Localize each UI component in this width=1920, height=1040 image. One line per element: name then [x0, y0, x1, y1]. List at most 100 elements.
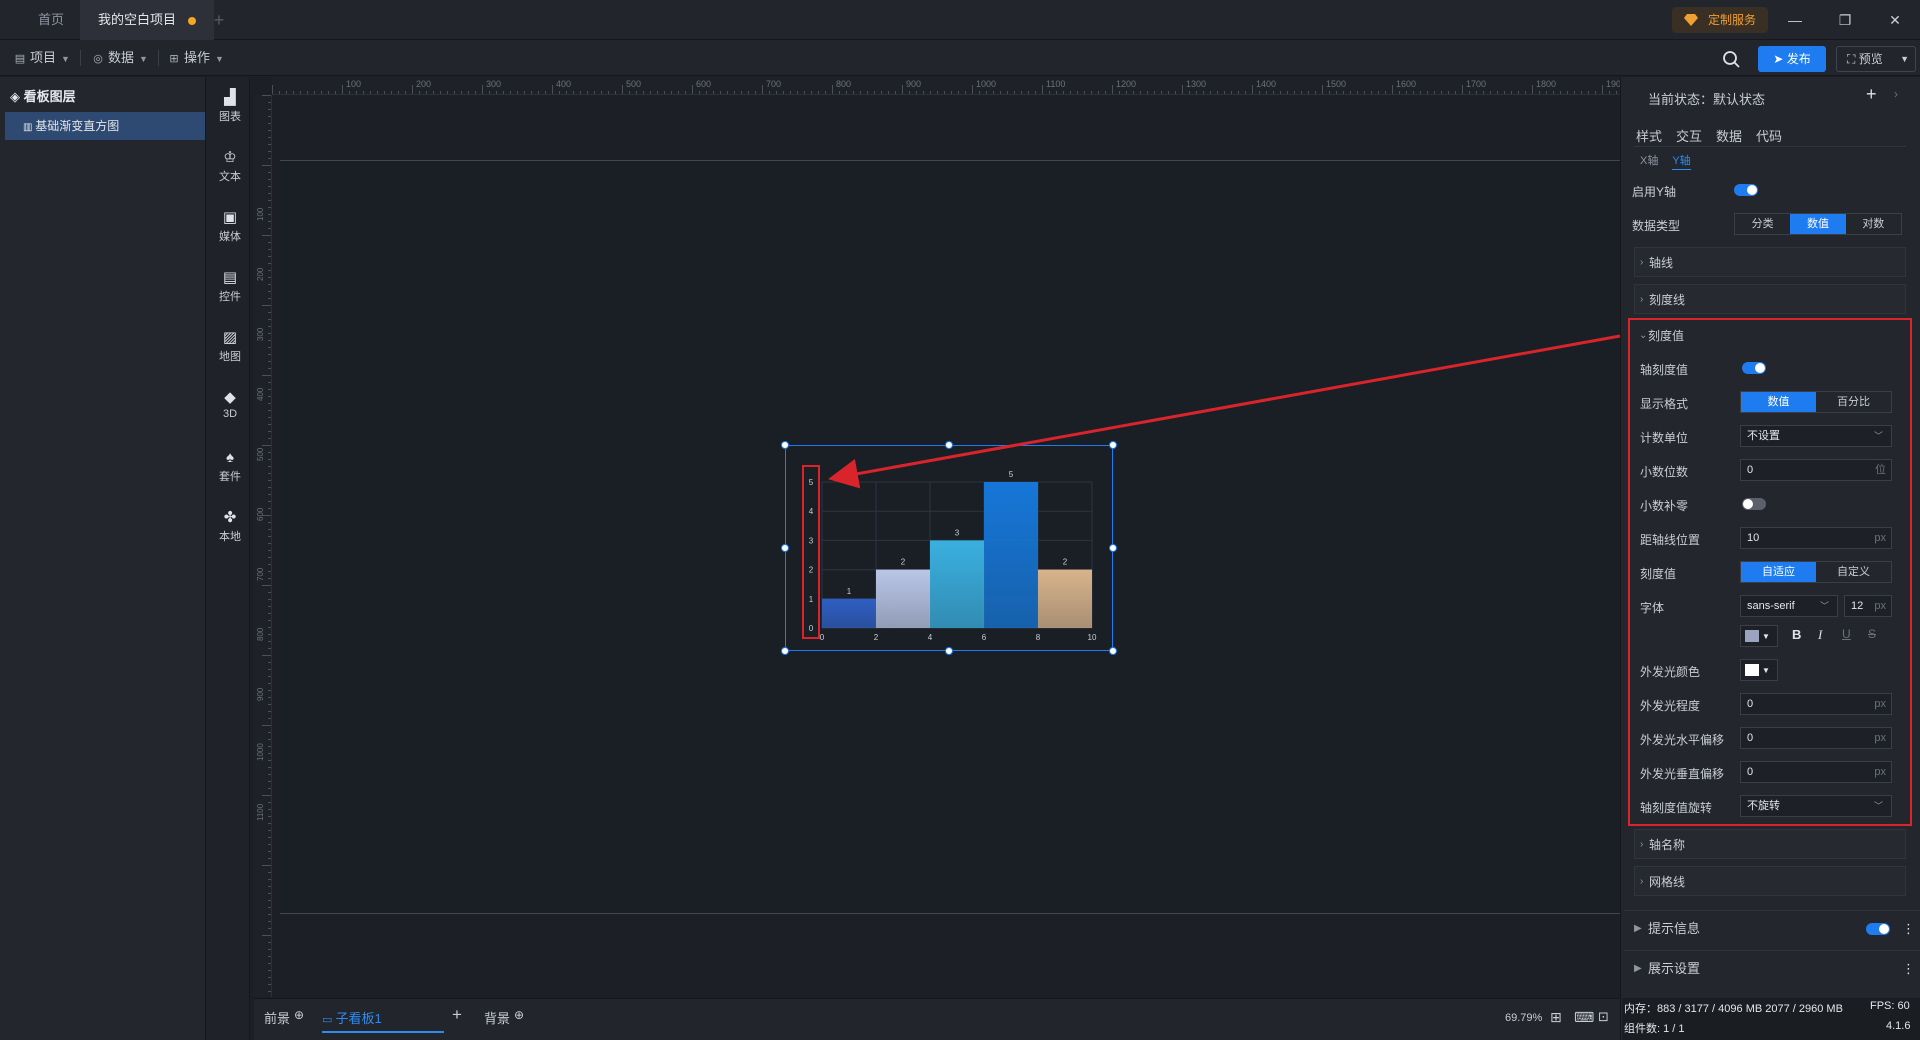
- highlight-box: [1628, 318, 1912, 826]
- rail-item-local[interactable]: ✤ 本地: [206, 508, 254, 544]
- chevron-right-icon: ›: [1640, 294, 1644, 305]
- chevron-down-icon: ▼: [61, 54, 70, 64]
- caret-right-icon: ▶: [1634, 923, 1642, 934]
- rail-item-map[interactable]: ▨ 地图: [206, 328, 254, 364]
- resize-handle[interactable]: [781, 647, 789, 655]
- ruler-label: 500: [626, 79, 641, 89]
- preview-button[interactable]: ⛶ 预览 ▼: [1836, 46, 1916, 72]
- rail-item-kit[interactable]: ♠ 套件: [206, 448, 254, 484]
- ruler-label: 400: [256, 387, 265, 401]
- histogram-bar: [1038, 569, 1092, 628]
- tab-project-label: 我的空白项目: [98, 12, 177, 27]
- add-circle-icon[interactable]: ⊕: [294, 1008, 304, 1022]
- data-label: 5: [1009, 470, 1014, 479]
- rail-item-widget[interactable]: ▤ 控件: [206, 268, 254, 304]
- chevron-right-icon[interactable]: ›: [1894, 87, 1898, 101]
- add-board-icon[interactable]: +: [452, 1005, 462, 1025]
- rail-item-text[interactable]: ♔ 文本: [206, 148, 254, 184]
- section-tick-line[interactable]: › 刻度线: [1634, 284, 1906, 314]
- publish-button[interactable]: ➤ 发布: [1758, 46, 1826, 72]
- section-axis-line[interactable]: › 轴线: [1634, 247, 1906, 277]
- tab-home[interactable]: 首页: [20, 0, 82, 40]
- resize-handle[interactable]: [1109, 544, 1117, 552]
- data-type-selector: 分类 数值 对数: [1734, 213, 1902, 235]
- axis-tabs: X轴 Y轴: [1640, 152, 1691, 170]
- y-tick-label: 0: [809, 624, 814, 633]
- enable-y-toggle[interactable]: [1734, 184, 1758, 196]
- state-value[interactable]: 默认状态: [1713, 92, 1765, 107]
- restore-icon[interactable]: ❐: [1822, 0, 1868, 40]
- y-tick-label: 5: [809, 478, 814, 487]
- toggle-knob: [1747, 185, 1757, 195]
- sub-board-tab[interactable]: ▭ 子看板1: [322, 1008, 444, 1033]
- histogram-bar: [822, 598, 876, 628]
- resize-handle[interactable]: [945, 647, 953, 655]
- media-icon: ▣: [222, 209, 238, 226]
- cube-icon: ◆: [224, 389, 236, 406]
- menu-operation[interactable]: ⊞ 操作 ▼: [168, 40, 224, 76]
- layer-panel-title-text: 看板图层: [23, 89, 76, 104]
- tab-code[interactable]: 代码: [1756, 129, 1782, 144]
- rail-item-label: 本地: [219, 531, 241, 543]
- data-type-category[interactable]: 分类: [1735, 214, 1790, 234]
- fit-screen-icon[interactable]: ⊞: [1550, 1009, 1562, 1026]
- more-icon[interactable]: ⋮: [1902, 951, 1915, 987]
- rail-item-chart[interactable]: ▟ 图表: [206, 88, 254, 124]
- section-tooltip[interactable]: ▶ 提示信息 ⋮: [1624, 910, 1920, 946]
- resize-handle[interactable]: [1109, 647, 1117, 655]
- add-circle-icon[interactable]: ⊕: [514, 1008, 524, 1022]
- section-tick-line-label: 刻度线: [1649, 293, 1686, 307]
- custom-service-button[interactable]: 定制服务: [1672, 7, 1768, 33]
- section-axis-name-label: 轴名称: [1649, 838, 1686, 852]
- x-tick-label: 10: [1088, 633, 1097, 642]
- section-axis-name[interactable]: › 轴名称: [1634, 829, 1906, 859]
- ruler-label: 300: [486, 79, 501, 89]
- add-tab-icon[interactable]: +: [210, 0, 228, 40]
- layer-item[interactable]: ▥ 基础渐变直方图: [5, 112, 205, 140]
- x-tick-label: 4: [928, 633, 933, 642]
- preview-label: 预览: [1858, 52, 1883, 66]
- rail-item-3d[interactable]: ◆ 3D: [206, 388, 254, 420]
- search-icon[interactable]: [1720, 48, 1742, 70]
- resize-handle[interactable]: [1109, 441, 1117, 449]
- add-state-icon[interactable]: +: [1866, 84, 1877, 105]
- terminal-icon[interactable]: ⊡: [1598, 1009, 1609, 1025]
- rail-item-label: 媒体: [219, 231, 241, 243]
- rail-item-label: 3D: [222, 408, 238, 420]
- chevron-right-icon: ›: [1640, 839, 1644, 850]
- keyboard-icon[interactable]: ⌨: [1574, 1009, 1594, 1026]
- tab-y-axis[interactable]: Y轴: [1672, 155, 1691, 170]
- tab-style[interactable]: 样式: [1636, 129, 1662, 144]
- chart-widget[interactable]: 1 2 3 5 2 0 1 2 3 4 5 0 2 4 6 8 10: [781, 441, 1117, 655]
- resize-handle[interactable]: [781, 441, 789, 449]
- close-icon[interactable]: ✕: [1872, 0, 1918, 40]
- data-type-log[interactable]: 对数: [1846, 214, 1901, 234]
- ruler-label: 600: [256, 507, 265, 521]
- foreground-tab[interactable]: 前景 ⊕: [264, 1008, 304, 1027]
- menu-project[interactable]: ▤ 项目 ▼: [14, 40, 70, 76]
- grid-icon: ⊞: [169, 53, 179, 65]
- tab-x-axis[interactable]: X轴: [1640, 155, 1658, 167]
- resize-handle[interactable]: [781, 544, 789, 552]
- zoom-level[interactable]: 69.79%: [1505, 1012, 1542, 1024]
- y-tick-label: 3: [809, 536, 814, 545]
- more-icon[interactable]: ⋮: [1902, 911, 1915, 947]
- state-row: 当前状态：默认状态: [1648, 89, 1765, 108]
- y-tick-label: 1: [809, 595, 814, 604]
- tooltip-toggle[interactable]: [1866, 923, 1890, 935]
- section-grid-line[interactable]: › 网格线: [1634, 866, 1906, 896]
- resize-handle[interactable]: [945, 441, 953, 449]
- background-tab[interactable]: 背景 ⊕: [484, 1008, 524, 1027]
- divider: [158, 50, 159, 66]
- rail-item-media[interactable]: ▣ 媒体: [206, 208, 254, 244]
- tab-data[interactable]: 数据: [1716, 129, 1742, 144]
- bar-chart-icon: ▟: [224, 89, 236, 106]
- ruler-label: 200: [256, 267, 265, 281]
- ruler-left-ticks: 100 200 300 400 500 600 700 800 900 1000 1100: [256, 95, 271, 992]
- menu-data[interactable]: ◎ 数据 ▼: [92, 40, 148, 76]
- tab-interaction[interactable]: 交互: [1676, 129, 1702, 144]
- tab-project[interactable]: 我的空白项目: [80, 0, 215, 40]
- section-display-settings[interactable]: ▶ 展示设置 ⋮: [1624, 950, 1920, 986]
- data-type-value[interactable]: 数值: [1790, 214, 1846, 234]
- minimize-icon[interactable]: —: [1772, 0, 1818, 40]
